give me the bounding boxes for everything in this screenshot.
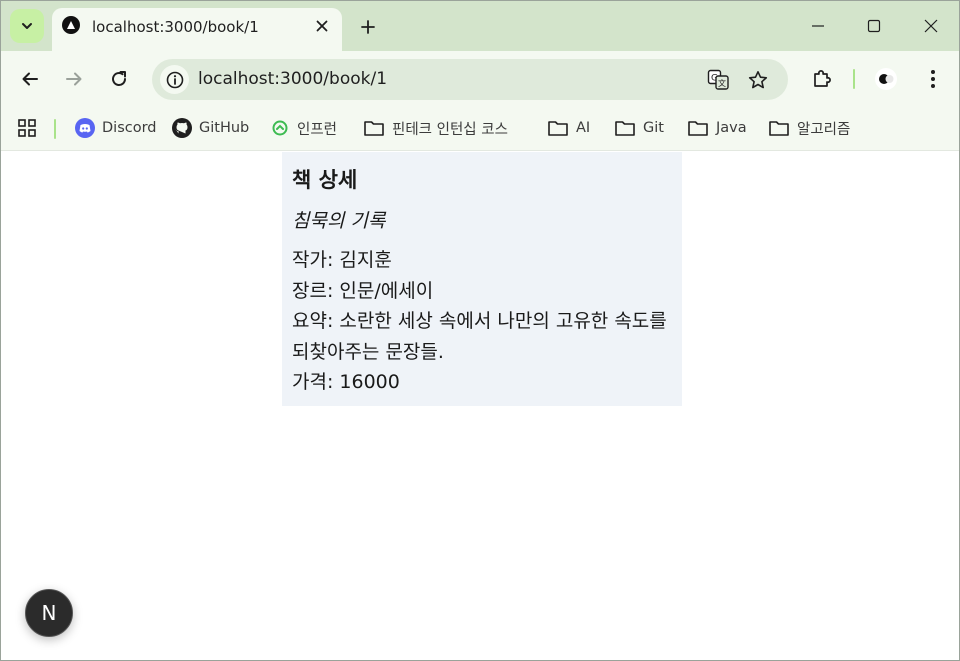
active-tab[interactable]: localhost:3000/book/1 [52, 8, 342, 51]
reload-icon [112, 71, 126, 86]
profile-icon [875, 68, 897, 90]
toolbar-separator [853, 69, 855, 89]
bookmark-label: 핀테크 인턴십 코스 [392, 121, 508, 138]
book-summary: 요약: 소란한 세상 속에서 나만의 고유한 속도를 되찾아주는 문장들. [292, 310, 667, 363]
nextjs-devtools-button[interactable]: N [25, 589, 73, 637]
address-bar[interactable]: localhost:3000/book/1 G文 [152, 59, 788, 100]
bookmark-github[interactable]: GitHub [172, 116, 249, 140]
discord-icon [75, 118, 95, 138]
svg-text:文: 文 [718, 78, 726, 88]
book-info: 작가: 김지훈 장르: 인문/에세이 요약: 소란한 세상 속에서 나만의 고유… [292, 245, 672, 398]
bookmark-label: GitHub [199, 120, 250, 136]
tab-search-button[interactable] [10, 9, 44, 43]
page-viewport: 책 상세 침묵의 기록 작가: 김지훈 장르: 인문/에세이 요약: 소란한 세… [1, 152, 959, 660]
back-button[interactable] [17, 66, 43, 92]
translate-button[interactable]: G文 [706, 68, 730, 92]
puzzle-icon [814, 70, 831, 87]
tab-strip: localhost:3000/book/1 [1, 1, 959, 51]
book-author: 작가: 김지훈 [292, 249, 392, 271]
folder-icon [769, 121, 789, 136]
bookmark-inflearn[interactable]: 인프런 [270, 116, 337, 140]
extensions-button[interactable] [809, 66, 835, 92]
arrow-right-icon [66, 72, 82, 86]
close-window-button[interactable] [920, 15, 942, 37]
bookmark-label: 알고리즘 [797, 121, 851, 138]
bookmark-label: Discord [102, 120, 157, 136]
bookmark-star-button[interactable] [746, 68, 770, 92]
star-icon [748, 71, 768, 89]
bookmark-discord[interactable]: Discord [75, 116, 157, 140]
nextjs-logo-icon: N [41, 601, 57, 625]
bookmark-label: Java [716, 120, 747, 136]
book-detail-card: 책 상세 침묵의 기록 작가: 김지훈 장르: 인문/에세이 요약: 소란한 세… [282, 152, 682, 406]
minimize-button[interactable] [807, 15, 829, 37]
browser-toolbar: localhost:3000/book/1 G文 [1, 51, 959, 108]
github-icon [172, 118, 192, 138]
bookmark-label: AI [576, 120, 591, 136]
maximize-button[interactable] [863, 15, 885, 37]
info-icon [166, 71, 183, 88]
new-tab-button[interactable] [357, 16, 379, 38]
book-title: 침묵의 기록 [292, 210, 386, 232]
site-info-button[interactable] [160, 65, 189, 94]
close-icon [924, 19, 938, 33]
maximize-icon [867, 19, 881, 33]
tab-title: localhost:3000/book/1 [92, 18, 259, 36]
more-vertical-icon [931, 70, 935, 88]
profile-button[interactable] [873, 66, 899, 92]
bookmark-label: Git [643, 120, 664, 136]
bookmark-folder-git[interactable]: Git [614, 116, 664, 140]
folder-icon [688, 121, 708, 136]
plus-icon [361, 20, 375, 34]
page-title: 책 상세 [292, 168, 358, 192]
reload-button[interactable] [106, 66, 132, 92]
translate-icon: G文 [707, 69, 729, 90]
inflearn-icon [272, 120, 288, 136]
folder-icon [615, 121, 635, 136]
bookmark-folder-ai[interactable]: AI [547, 116, 590, 140]
nextjs-favicon-icon [62, 16, 80, 34]
folder-icon [548, 121, 568, 136]
bookmark-label: 인프런 [297, 121, 338, 138]
bookmarks-bar: Discord GitHub 인프런 핀테크 인턴십 코스 AI Git Jav… [1, 108, 959, 151]
bookmark-folder-algorithm[interactable]: 알고리즘 [768, 116, 850, 140]
minimize-icon [812, 25, 824, 27]
folder-icon [364, 121, 384, 136]
chevron-down-icon [22, 23, 32, 29]
browser-window: localhost:3000/book/1 localhost:3000/boo… [0, 0, 960, 661]
apps-button[interactable] [17, 116, 37, 140]
tab-close-button[interactable] [312, 16, 332, 36]
book-genre: 장르: 인문/에세이 [292, 279, 434, 302]
address-url: localhost:3000/book/1 [198, 69, 388, 89]
bookmarks-separator [54, 119, 56, 139]
forward-button[interactable] [61, 66, 87, 92]
arrow-left-icon [22, 72, 38, 86]
apps-grid-icon [18, 119, 36, 137]
close-icon [316, 20, 328, 32]
bookmark-folder-fintech[interactable]: 핀테크 인턴십 코스 [363, 116, 508, 140]
menu-button[interactable] [920, 66, 946, 92]
bookmark-folder-java[interactable]: Java [687, 116, 747, 140]
book-price: 가격: 16000 [292, 371, 400, 393]
